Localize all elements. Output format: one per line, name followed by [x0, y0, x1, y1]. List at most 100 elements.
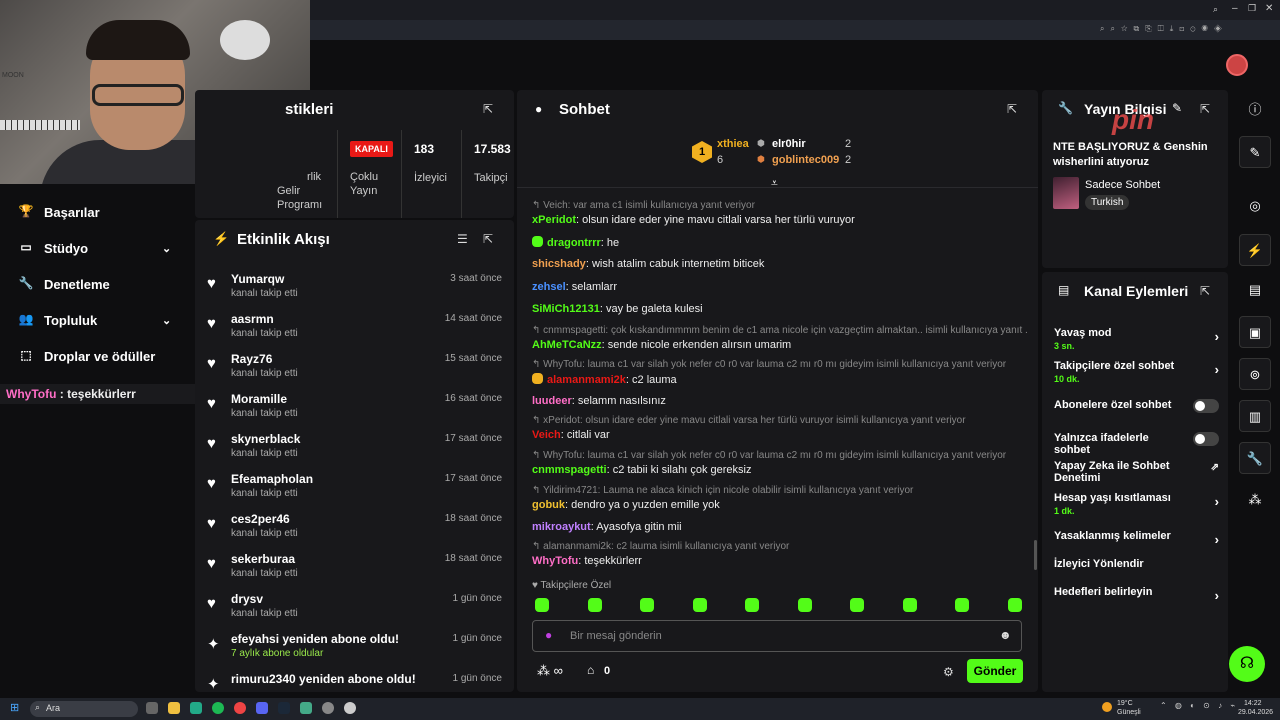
gear-icon[interactable]: ⚙ — [943, 665, 954, 679]
spotify-icon[interactable] — [212, 702, 224, 714]
emote-icon[interactable] — [745, 598, 759, 612]
camera-icon[interactable]: ◎ — [1239, 190, 1271, 222]
document-icon[interactable]: ▤ — [1239, 274, 1271, 306]
chat-message[interactable]: WhyTofu: teşekkürlerr — [532, 555, 1027, 567]
popout-icon[interactable]: ⇱ — [483, 232, 493, 246]
info-icon[interactable]: ⓘ — [1239, 94, 1271, 126]
weather-icon[interactable] — [1102, 702, 1112, 712]
chat-icon[interactable]: ▣ — [1239, 316, 1271, 348]
extension-icons[interactable]: ⌕⌕☆⧉⎘◫⤓⊡⊙◉◈ — [1100, 24, 1270, 36]
chat-message[interactable]: dragontrrr: he — [532, 236, 1027, 249]
channel-action-item[interactable]: Hesap yaşı kısıtlaması 1 dk. › — [1054, 492, 1219, 516]
sidebar-item-community[interactable]: 👥 Topluluk ⌄ — [18, 302, 172, 338]
avatar[interactable] — [1226, 54, 1248, 76]
filter-icon[interactable]: ☰ — [457, 232, 468, 246]
mic-icon[interactable]: ● — [545, 628, 552, 642]
file-explorer-icon[interactable] — [168, 702, 180, 714]
chat-message[interactable]: AhMeTCaNzz: sende nicole erkenden alırsı… — [532, 339, 1027, 351]
close-icon[interactable]: ✕ — [1265, 3, 1273, 14]
chat-message[interactable]: shicshady: wish atalim cabuk internetim … — [532, 258, 1027, 270]
maximize-icon[interactable]: ❐ — [1248, 3, 1256, 14]
layout-icon[interactable]: ▥ — [1239, 400, 1271, 432]
leader-second[interactable]: elr0hir — [772, 138, 806, 150]
chevron-down-icon[interactable]: ⌄ — [162, 242, 171, 255]
steam-icon[interactable] — [278, 702, 290, 714]
opera-icon[interactable] — [234, 702, 246, 714]
taskbar-search[interactable]: ⌕ Ara — [30, 701, 138, 717]
taskview-icon[interactable] — [146, 702, 158, 714]
language-tag[interactable]: Turkish — [1085, 195, 1130, 210]
chat-username[interactable]: WhyTofu — [532, 555, 578, 567]
emote-icon[interactable] — [955, 598, 969, 612]
chat-username[interactable]: luudeer — [532, 395, 572, 407]
multistream-stat[interactable]: KAPALI Çoklu Yayın — [350, 141, 393, 198]
popout-icon[interactable]: ⇱ — [1007, 102, 1017, 116]
tray-icons[interactable]: ⌃ ◍ ◐ ⊙ ♪ ⌁ — [1160, 701, 1238, 710]
store-icon[interactable]: ⌂ — [587, 663, 594, 677]
community-icon[interactable]: ⁂ — [1239, 484, 1271, 516]
app-icon[interactable] — [300, 702, 312, 714]
chevron-right-icon[interactable]: › — [1215, 532, 1219, 547]
clock-date[interactable]: 29.04.2026 — [1238, 709, 1273, 716]
chevron-right-icon[interactable]: › — [1215, 362, 1219, 377]
points-icon[interactable]: ⁂ ∞ — [537, 663, 563, 679]
popout-icon[interactable]: ⇱ — [1200, 102, 1210, 116]
category-label[interactable]: Sadece Sohbet — [1085, 179, 1160, 191]
chat-message[interactable]: gobuk: dendro ya o yuzden emille yok — [532, 499, 1027, 511]
popout-icon[interactable]: ⇱ — [483, 102, 493, 116]
chat-username[interactable]: AhMeTCaNzz — [532, 339, 602, 351]
broadcast-icon[interactable]: ⊚ — [1239, 358, 1271, 390]
chat-message[interactable]: Veich: citlali var — [532, 429, 1027, 441]
emote-icon[interactable] — [797, 598, 812, 612]
emote-icon[interactable] — [587, 598, 602, 612]
windows-icon[interactable]: ⊞ — [10, 701, 19, 714]
chat-username[interactable]: zehsel — [532, 281, 566, 293]
emoji-icon[interactable]: ☻ — [999, 628, 1012, 642]
wrench-icon[interactable]: 🔧 — [1239, 442, 1271, 474]
sidebar-item-achievements[interactable]: 🏆 Başarılar — [18, 194, 100, 230]
external-link-icon[interactable]: ⇗ — [1211, 462, 1219, 473]
send-button[interactable]: Gönder — [967, 659, 1023, 683]
chevron-right-icon[interactable]: › — [1215, 329, 1219, 344]
sidebar-item-studio[interactable]: ▭ Stüdyo ⌄ — [18, 230, 171, 266]
toggle-switch[interactable] — [1193, 432, 1219, 446]
chevron-right-icon[interactable]: › — [1215, 494, 1219, 509]
activity-item[interactable]: ✦ efeyahsi yeniden abone oldu! 7 aylık abo… — [195, 627, 514, 667]
chevron-down-icon[interactable]: ⌄ — [162, 314, 171, 327]
emote-icon[interactable] — [850, 598, 864, 612]
sidebar-item-drops[interactable]: ⬚ Droplar ve ödüller — [18, 338, 155, 374]
chat-username[interactable]: SiMiCh12131 — [532, 303, 600, 315]
leader-third[interactable]: goblintec009 — [772, 154, 839, 166]
channel-action-item[interactable]: Yavaş mod 3 sn. › — [1054, 327, 1219, 351]
scrollbar[interactable] — [1034, 540, 1037, 570]
activity-item[interactable]: ♥ Moramille kanalı takip etti 16 saat önce — [195, 387, 514, 427]
channel-action-item[interactable]: Yalnızca ifadelerle sohbet — [1054, 432, 1219, 456]
chat-username[interactable]: Veich — [532, 429, 561, 441]
category-thumbnail[interactable] — [1053, 177, 1079, 209]
obs-icon[interactable] — [344, 702, 356, 714]
leader-first[interactable]: xthiea — [717, 138, 749, 150]
chat-username[interactable]: xPeridot — [532, 214, 576, 226]
activity-item[interactable]: ♥ Yumarqw kanalı takip etti 3 saat önce — [195, 267, 514, 307]
edit-icon[interactable]: ✎ — [1239, 136, 1271, 168]
popout-icon[interactable]: ⇱ — [1200, 284, 1210, 298]
channel-action-item[interactable]: Yasaklanmış kelimeler › — [1054, 530, 1219, 547]
activity-item[interactable]: ♥ Efeamapholan kanalı takip etti 17 saat ön… — [195, 467, 514, 507]
emote-icon[interactable] — [1007, 598, 1022, 612]
chat-username[interactable]: cnmmspagetti — [532, 464, 607, 476]
activity-item[interactable]: ♥ drysv kanalı takip etti 1 gün önce — [195, 587, 514, 627]
channel-action-item[interactable]: Takipçilere özel sohbet 10 dk. › — [1054, 360, 1219, 384]
chat-message[interactable]: cnmmspagetti: c2 tabii ki silahı çok ger… — [532, 464, 1027, 476]
app-icon[interactable] — [190, 702, 202, 714]
chat-username[interactable]: alamanmami2k — [547, 374, 626, 386]
chat-username[interactable]: dragontrrr — [547, 237, 601, 249]
emote-icon[interactable] — [902, 598, 917, 612]
chat-message[interactable]: luudeer: selamm nasılsınız — [532, 395, 1027, 407]
toggle-switch[interactable] — [1193, 399, 1219, 413]
emote-icon[interactable] — [535, 598, 549, 612]
chat-username[interactable]: shicshady — [532, 258, 586, 270]
clock-time[interactable]: 14:22 — [1244, 700, 1262, 707]
chat-message[interactable]: alamanmami2k: c2 lauma — [532, 373, 1027, 386]
discord-icon[interactable] — [256, 702, 268, 714]
settings-icon[interactable] — [322, 702, 334, 714]
